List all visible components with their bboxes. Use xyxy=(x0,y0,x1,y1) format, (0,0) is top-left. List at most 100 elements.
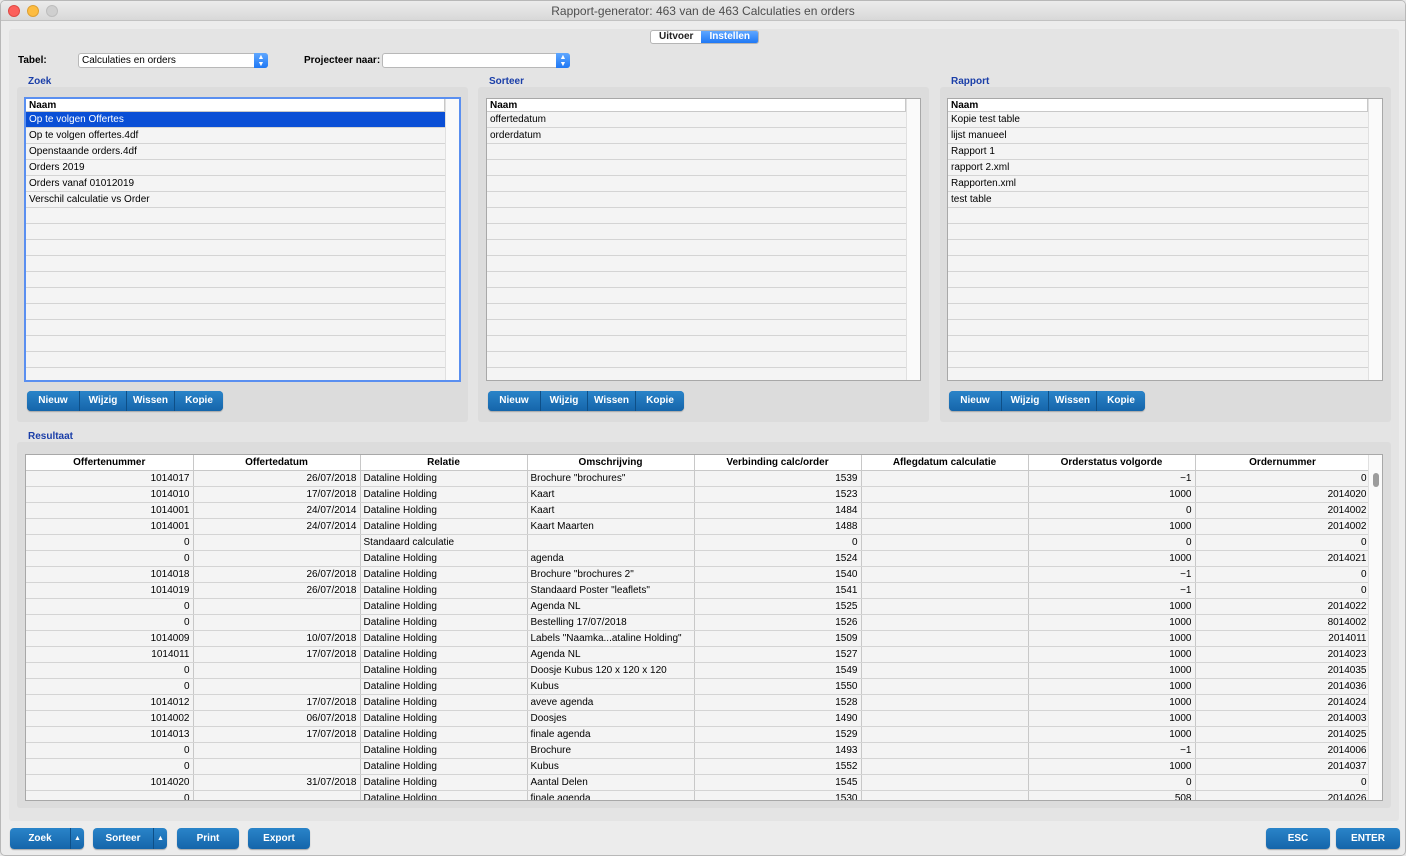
column-header[interactable]: Aflegdatum calculatie xyxy=(861,455,1029,471)
sorteer-kopie-button[interactable]: Kopie xyxy=(636,391,684,411)
table-cell: 1014020 xyxy=(26,774,194,791)
table-cell: 17/07/2018 xyxy=(193,694,361,711)
list-item[interactable]: Op te volgen offertes.4df xyxy=(26,128,445,144)
list-item[interactable]: offertedatum xyxy=(487,112,906,128)
list-item[interactable]: Kopie test table xyxy=(948,112,1368,128)
enter-button[interactable]: ENTER xyxy=(1336,828,1400,849)
table-cell: 1000 xyxy=(1028,758,1196,775)
rapport-wijzig-button[interactable]: Wijzig xyxy=(1002,391,1049,411)
table-row[interactable]: 0 Standaard calculatie 0 0 0 xyxy=(26,534,1371,551)
table-cell: aveve agenda xyxy=(527,694,695,711)
export-button[interactable]: Export xyxy=(248,828,310,849)
table-cell: −1 xyxy=(1028,582,1196,599)
rapport-nieuw-button[interactable]: Nieuw xyxy=(949,391,1002,411)
rapport-wissen-button[interactable]: Wissen xyxy=(1049,391,1097,411)
list-item[interactable]: Orders vanaf 01012019 xyxy=(26,176,445,192)
list-item[interactable]: Rapport 1 xyxy=(948,144,1368,160)
table-row[interactable]: 1014009 10/07/2018 Dataline Holding Labels … xyxy=(26,630,1371,647)
table-cell: Agenda NL xyxy=(527,598,695,615)
table-cell: 0 xyxy=(26,758,194,775)
table-cell: 0 xyxy=(1028,502,1196,519)
list-item[interactable]: orderdatum xyxy=(487,128,906,144)
zoek-kopie-button[interactable]: Kopie xyxy=(175,391,223,411)
zoek-scrollbar[interactable] xyxy=(445,99,459,380)
table-row[interactable]: 0 Dataline Holding Brochure 1493 −1 2014006 xyxy=(26,742,1371,759)
list-item[interactable]: Rapporten.xml xyxy=(948,176,1368,192)
list-item[interactable]: rapport 2.xml xyxy=(948,160,1368,176)
list-item[interactable]: Op te volgen Offertes xyxy=(26,112,445,128)
table-row[interactable]: 0 Dataline Holding Doosje Kubus 120 x 120 … xyxy=(26,662,1371,679)
rapport-list[interactable]: Naam Kopie test table lijst manueel Rappor… xyxy=(947,98,1383,381)
table-cell: 1528 xyxy=(694,694,862,711)
esc-button[interactable]: ESC xyxy=(1266,828,1330,849)
list-item[interactable]: Verschil calculatie vs Order xyxy=(26,192,445,208)
table-row[interactable]: 1014010 17/07/2018 Dataline Holding Kaart 15… xyxy=(26,486,1371,503)
scroll-thumb[interactable] xyxy=(1373,473,1379,487)
table-row[interactable]: 1014002 06/07/2018 Dataline Holding Doosjes… xyxy=(26,710,1371,727)
sorteer-list-header[interactable]: Naam xyxy=(487,99,906,112)
sorteer-list[interactable]: Naam offertedatum orderdatum xyxy=(486,98,921,381)
sorteer-wijzig-button[interactable]: Wijzig xyxy=(541,391,588,411)
table-row[interactable]: 0 Dataline Holding Bestelling 17/07/2018 15… xyxy=(26,614,1371,631)
column-header[interactable]: Relatie xyxy=(360,455,528,471)
list-item[interactable]: Orders 2019 xyxy=(26,160,445,176)
zoek-list[interactable]: Naam Op te volgen Offertes Op te volgen o… xyxy=(24,97,461,382)
table-cell xyxy=(861,790,1029,800)
table-row[interactable]: 0 Dataline Holding Agenda NL 1525 1000 201402… xyxy=(26,598,1371,615)
table-row[interactable]: 1014012 17/07/2018 Dataline Holding aveve a… xyxy=(26,694,1371,711)
table-row[interactable]: 1014011 17/07/2018 Dataline Holding Agenda … xyxy=(26,646,1371,663)
column-header[interactable]: Offertedatum xyxy=(193,455,361,471)
column-header[interactable]: Verbinding calc/order xyxy=(694,455,862,471)
table-cell: 2014002 xyxy=(1195,518,1371,535)
table-cell xyxy=(861,710,1029,727)
sorteer-button[interactable]: Sorteer ▲ xyxy=(93,828,167,849)
list-item[interactable]: test table xyxy=(948,192,1368,208)
rapport-scrollbar[interactable] xyxy=(1368,99,1382,380)
table-row[interactable]: 1014019 26/07/2018 Dataline Holding Standaa… xyxy=(26,582,1371,599)
column-header[interactable]: Orderstatus volgorde xyxy=(1028,455,1196,471)
table-cell: 1014019 xyxy=(26,582,194,599)
tab-instellen[interactable]: Instellen xyxy=(701,31,759,43)
table-row[interactable]: 0 Dataline Holding agenda 1524 1000 2014021 xyxy=(26,550,1371,567)
zoek-wijzig-button[interactable]: Wijzig xyxy=(80,391,127,411)
column-header[interactable]: Omschrijving xyxy=(527,455,695,471)
zoek-wissen-button[interactable]: Wissen xyxy=(127,391,175,411)
table-row[interactable]: 1014013 17/07/2018 Dataline Holding finale … xyxy=(26,726,1371,743)
dropdown-arrow-icon[interactable]: ▲ xyxy=(70,828,84,849)
table-cell: 1539 xyxy=(694,470,862,487)
sorteer-scrollbar[interactable] xyxy=(906,99,920,380)
zoek-list-header[interactable]: Naam xyxy=(26,99,445,112)
tab-uitvoer[interactable]: Uitvoer xyxy=(651,31,701,43)
tabel-select[interactable]: Calculaties en orders ▲ ▼ xyxy=(78,53,268,68)
table-row[interactable]: 0 Dataline Holding Kubus 1550 1000 2014036 xyxy=(26,678,1371,695)
table-row[interactable]: 0 Dataline Holding finale agenda 1530 508 201… xyxy=(26,790,1371,800)
dropdown-arrow-icon[interactable]: ▲ xyxy=(153,828,167,849)
table-cell: 26/07/2018 xyxy=(193,582,361,599)
zoek-nieuw-button[interactable]: Nieuw xyxy=(27,391,80,411)
rapport-list-header[interactable]: Naam xyxy=(948,99,1368,112)
table-row[interactable]: 1014020 31/07/2018 Dataline Holding Aantal … xyxy=(26,774,1371,791)
table-cell xyxy=(861,486,1029,503)
projecteer-select[interactable]: ▲ ▼ xyxy=(382,53,570,68)
table-cell: Dataline Holding xyxy=(360,582,528,599)
table-row[interactable]: 1014001 24/07/2014 Dataline Holding Kaart 14… xyxy=(26,502,1371,519)
sorteer-wissen-button[interactable]: Wissen xyxy=(588,391,636,411)
column-header[interactable]: Ordernummer xyxy=(1195,455,1371,471)
zoek-button[interactable]: Zoek ▲ xyxy=(10,828,84,849)
table-row[interactable]: 0 Dataline Holding Kubus 1552 1000 2014037 xyxy=(26,758,1371,775)
resultaat-scrollbar[interactable] xyxy=(1368,455,1382,800)
table-cell: 1014001 xyxy=(26,518,194,535)
table-cell: 1526 xyxy=(694,614,862,631)
column-header[interactable]: Offertenummer xyxy=(26,455,194,471)
empty-list-row xyxy=(26,272,445,288)
rapport-kopie-button[interactable]: Kopie xyxy=(1097,391,1145,411)
list-item[interactable]: Openstaande orders.4df xyxy=(26,144,445,160)
sorteer-nieuw-button[interactable]: Nieuw xyxy=(488,391,541,411)
print-button[interactable]: Print xyxy=(177,828,239,849)
table-cell: Dataline Holding xyxy=(360,486,528,503)
table-row[interactable]: 1014018 26/07/2018 Dataline Holding Brochur… xyxy=(26,566,1371,583)
empty-list-row xyxy=(26,288,445,304)
table-row[interactable]: 1014001 24/07/2014 Dataline Holding Kaart M… xyxy=(26,518,1371,535)
table-row[interactable]: 1014017 26/07/2018 Dataline Holding Brochur… xyxy=(26,470,1371,487)
list-item[interactable]: lijst manueel xyxy=(948,128,1368,144)
